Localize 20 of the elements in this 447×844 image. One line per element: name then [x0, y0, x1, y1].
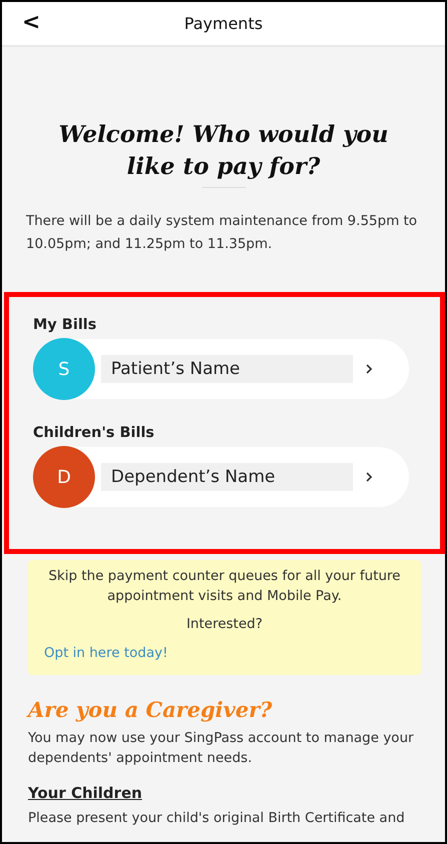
caregiver-heading: Are you a Caregiver?: [28, 697, 274, 722]
children-text: Please present your child's original Birth Certificate and: [28, 809, 406, 828]
chevron-icon: [365, 363, 373, 375]
avatar-initial: S: [33, 338, 95, 400]
person-name: Patient’s Name: [101, 355, 353, 383]
section-label: Children's Bills: [33, 425, 156, 441]
person-row[interactable]: S Patient’s Name: [33, 339, 409, 399]
children-subheading: Your Children: [28, 784, 144, 802]
chevron-icon: [365, 471, 373, 483]
back-button[interactable]: <: [16, 10, 46, 35]
section-label: My Bills: [33, 317, 98, 333]
person-name: Dependent’s Name: [101, 463, 353, 491]
maintenance-notice: There will be a daily system maintenance from 9.55pm to 10.05pm; and 11.25pm to 11.35pm.: [26, 212, 418, 254]
avatar-initial: D: [33, 446, 95, 508]
caregiver-text: You may now use your SingPass account to manage your dependents' appointment needs.: [28, 729, 415, 768]
person-row[interactable]: D Dependent’s Name: [33, 447, 409, 507]
promo-question: Interested?: [185, 615, 264, 634]
promo-text: Skip the payment counter queues for all your future appointment visits and Mobile Pay.: [47, 567, 402, 606]
welcome-heading: Welcome! Who would you like to pay for?: [58, 120, 390, 182]
page-title: Payments: [184, 14, 263, 33]
